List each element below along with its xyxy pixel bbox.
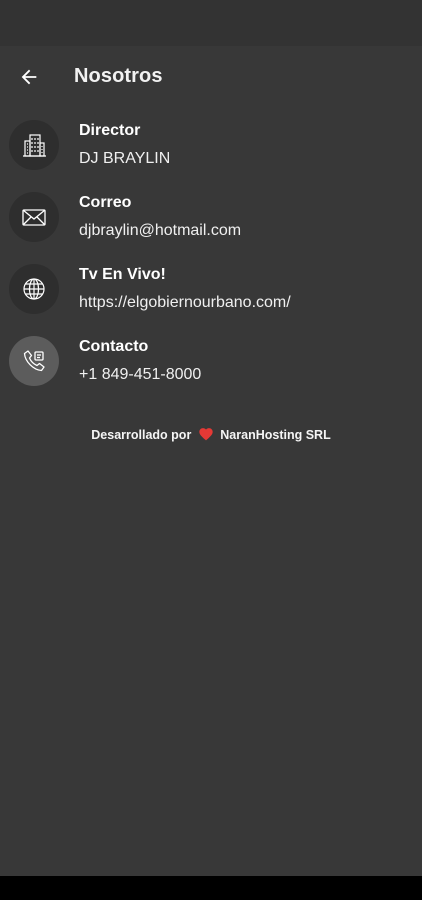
info-item-tv[interactable]: Tv En Vivo! https://elgobiernourbano.com… [0,254,422,326]
back-button[interactable] [12,60,46,94]
arrow-left-icon [21,69,37,85]
info-label: Contacto [79,338,149,355]
building-icon [23,134,46,157]
navigation-bar [0,876,422,900]
info-label: Tv En Vivo! [79,266,166,283]
info-list: Director DJ BRAYLIN Correo djbraylin@hot… [0,110,422,398]
info-item-director[interactable]: Director DJ BRAYLIN [0,110,422,182]
info-value: https://elgobiernourbano.com/ [79,294,291,311]
heart-icon [199,428,213,441]
info-value: djbraylin@hotmail.com [79,222,242,239]
info-label: Director [79,122,141,139]
icon-circle [9,120,59,170]
footer-brand: NaranHosting SRL [220,428,331,442]
icon-circle [9,192,59,242]
globe-icon [23,278,45,300]
info-item-email[interactable]: Correo djbraylin@hotmail.com [0,182,422,254]
app-bar: Nosotros [0,46,422,110]
icon-circle-active [9,336,59,386]
info-label: Correo [79,194,132,211]
info-value: +1 849-451-8000 [79,366,202,383]
mail-icon [22,209,46,226]
phone-icon [23,350,45,372]
footer-prefix: Desarrollado por [91,428,192,442]
page-title: Nosotros [74,65,163,87]
icon-circle [9,264,59,314]
status-bar [0,0,422,46]
info-item-contact[interactable]: Contacto +1 849-451-8000 [0,326,422,398]
info-value: DJ BRAYLIN [79,150,171,167]
footer-credit: Desarrollado por NaranHosting SRL [0,426,422,442]
